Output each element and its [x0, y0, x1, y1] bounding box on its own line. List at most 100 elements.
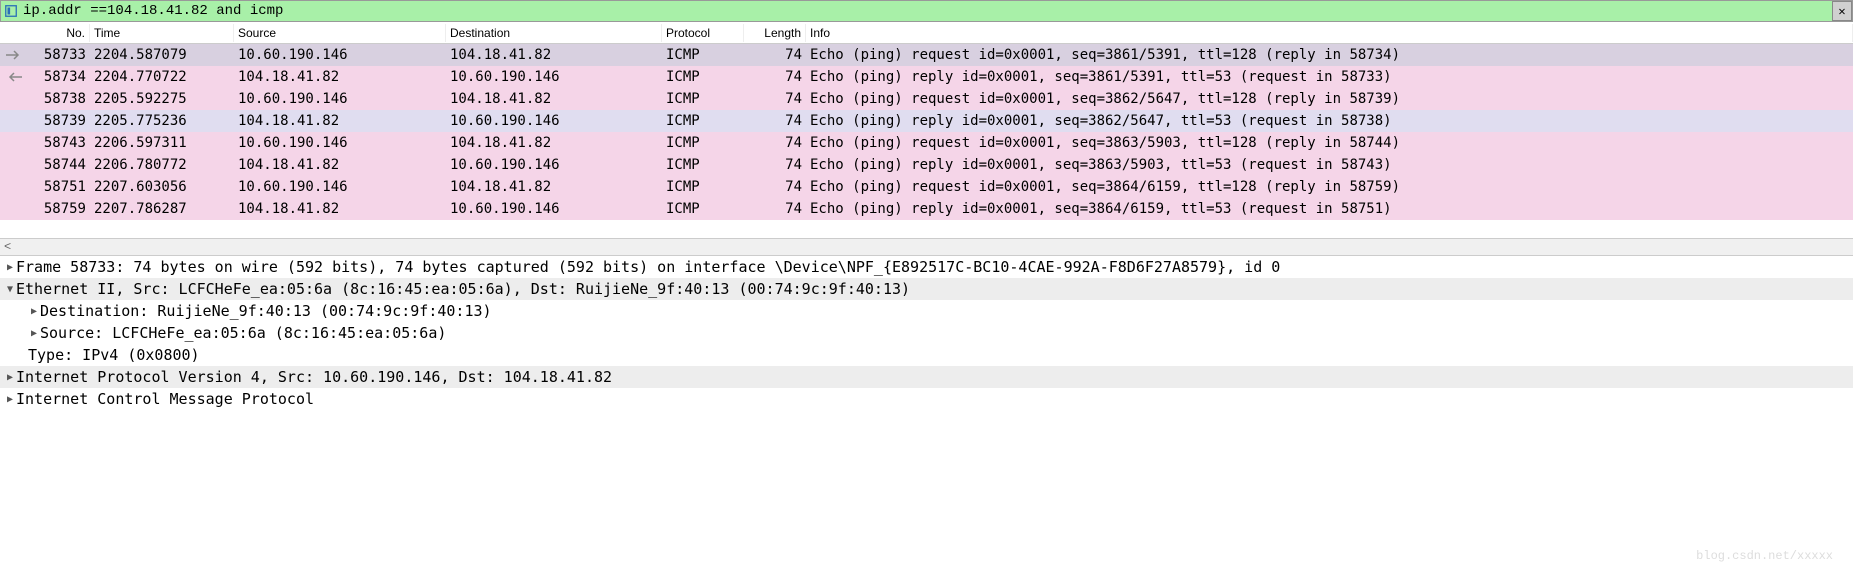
- icmp-summary: Internet Control Message Protocol: [16, 390, 314, 408]
- col-header-protocol[interactable]: Protocol: [662, 24, 744, 42]
- related-packet-arrow-icon: [0, 110, 28, 132]
- cell-destination: 104.18.41.82: [446, 47, 662, 63]
- cell-length: 74: [744, 47, 806, 63]
- packet-row[interactable]: 587342204.770722104.18.41.8210.60.190.14…: [0, 66, 1853, 88]
- cell-length: 74: [744, 69, 806, 85]
- expand-right-icon[interactable]: ▶: [4, 394, 16, 405]
- col-header-length[interactable]: Length: [744, 24, 806, 42]
- tree-item-eth-src[interactable]: ▶ Source: LCFCHeFe_ea:05:6a (8c:16:45:ea…: [0, 322, 1853, 344]
- cell-destination: 10.60.190.146: [446, 113, 662, 129]
- cell-source: 10.60.190.146: [234, 91, 446, 107]
- packet-row[interactable]: 587382205.59227510.60.190.146104.18.41.8…: [0, 88, 1853, 110]
- tree-item-frame[interactable]: ▶ Frame 58733: 74 bytes on wire (592 bit…: [0, 256, 1853, 278]
- cell-time: 2207.786287: [90, 201, 234, 217]
- expand-down-icon[interactable]: ▼: [4, 284, 16, 295]
- col-header-time[interactable]: Time: [90, 24, 234, 42]
- cell-source: 104.18.41.82: [234, 157, 446, 173]
- related-packet-arrow-icon: [0, 154, 28, 176]
- cell-time: 2206.597311: [90, 135, 234, 151]
- tree-item-icmp[interactable]: ▶ Internet Control Message Protocol: [0, 388, 1853, 410]
- display-filter-bar: ✕: [0, 0, 1853, 22]
- cell-destination: 104.18.41.82: [446, 179, 662, 195]
- cell-time: 2207.603056: [90, 179, 234, 195]
- packet-row[interactable]: 587432206.59731110.60.190.146104.18.41.8…: [0, 132, 1853, 154]
- related-packet-arrow-icon: [0, 88, 28, 110]
- packet-row[interactable]: 587442206.780772104.18.41.8210.60.190.14…: [0, 154, 1853, 176]
- related-packet-arrow-icon: [0, 176, 28, 198]
- cell-info: Echo (ping) reply id=0x0001, seq=3861/53…: [806, 69, 1853, 85]
- cell-protocol: ICMP: [662, 135, 744, 151]
- cell-info: Echo (ping) reply id=0x0001, seq=3863/59…: [806, 157, 1853, 173]
- frame-summary: Frame 58733: 74 bytes on wire (592 bits)…: [16, 258, 1280, 276]
- related-packet-arrow-icon: [0, 44, 28, 66]
- cell-length: 74: [744, 135, 806, 151]
- cell-length: 74: [744, 157, 806, 173]
- packet-list-pane: No. Time Source Destination Protocol Len…: [0, 22, 1853, 238]
- related-packet-arrow-icon: [0, 66, 28, 88]
- cell-protocol: ICMP: [662, 201, 744, 217]
- cell-source: 10.60.190.146: [234, 135, 446, 151]
- expand-right-icon[interactable]: ▶: [28, 328, 40, 339]
- cell-source: 104.18.41.82: [234, 113, 446, 129]
- tree-item-ethernet[interactable]: ▼ Ethernet II, Src: LCFCHeFe_ea:05:6a (8…: [0, 278, 1853, 300]
- scroll-left-arrow-icon[interactable]: <: [4, 240, 11, 254]
- col-header-no[interactable]: No.: [0, 24, 90, 42]
- cell-source: 104.18.41.82: [234, 69, 446, 85]
- cell-length: 74: [744, 179, 806, 195]
- cell-info: Echo (ping) request id=0x0001, seq=3862/…: [806, 91, 1853, 107]
- cell-protocol: ICMP: [662, 179, 744, 195]
- cell-time: 2206.780772: [90, 157, 234, 173]
- col-header-info[interactable]: Info: [806, 24, 1853, 42]
- clear-filter-button[interactable]: ✕: [1832, 1, 1852, 21]
- packet-row[interactable]: 587332204.58707910.60.190.146104.18.41.8…: [0, 44, 1853, 66]
- packet-list-header: No. Time Source Destination Protocol Len…: [0, 22, 1853, 44]
- cell-source: 10.60.190.146: [234, 47, 446, 63]
- cell-protocol: ICMP: [662, 91, 744, 107]
- horizontal-scrollbar[interactable]: <: [0, 238, 1853, 256]
- packet-details-pane: ▶ Frame 58733: 74 bytes on wire (592 bit…: [0, 256, 1853, 410]
- cell-protocol: ICMP: [662, 47, 744, 63]
- cell-info: Echo (ping) request id=0x0001, seq=3861/…: [806, 47, 1853, 63]
- tree-item-ip[interactable]: ▶ Internet Protocol Version 4, Src: 10.6…: [0, 366, 1853, 388]
- packet-row[interactable]: 587392205.775236104.18.41.8210.60.190.14…: [0, 110, 1853, 132]
- cell-time: 2204.770722: [90, 69, 234, 85]
- display-filter-input[interactable]: [21, 1, 1828, 21]
- eth-type-value: Type: IPv4 (0x0800): [28, 346, 200, 364]
- cell-info: Echo (ping) reply id=0x0001, seq=3864/61…: [806, 201, 1853, 217]
- cell-protocol: ICMP: [662, 69, 744, 85]
- eth-src-value: Source: LCFCHeFe_ea:05:6a (8c:16:45:ea:0…: [40, 324, 446, 342]
- cell-length: 74: [744, 113, 806, 129]
- eth-dst-value: Destination: RuijieNe_9f:40:13 (00:74:9c…: [40, 302, 492, 320]
- col-header-source[interactable]: Source: [234, 24, 446, 42]
- packet-list-empty-area: [0, 220, 1853, 238]
- ethernet-summary: Ethernet II, Src: LCFCHeFe_ea:05:6a (8c:…: [16, 280, 910, 298]
- cell-info: Echo (ping) request id=0x0001, seq=3864/…: [806, 179, 1853, 195]
- col-header-destination[interactable]: Destination: [446, 24, 662, 42]
- ip-summary: Internet Protocol Version 4, Src: 10.60.…: [16, 368, 612, 386]
- bookmark-icon[interactable]: [3, 3, 19, 19]
- expand-right-icon[interactable]: ▶: [4, 262, 16, 273]
- cell-source: 104.18.41.82: [234, 201, 446, 217]
- cell-destination: 10.60.190.146: [446, 157, 662, 173]
- expand-right-icon[interactable]: ▶: [4, 372, 16, 383]
- cell-time: 2205.775236: [90, 113, 234, 129]
- tree-item-eth-dst[interactable]: ▶ Destination: RuijieNe_9f:40:13 (00:74:…: [0, 300, 1853, 322]
- cell-destination: 104.18.41.82: [446, 135, 662, 151]
- cell-destination: 104.18.41.82: [446, 91, 662, 107]
- cell-info: Echo (ping) reply id=0x0001, seq=3862/56…: [806, 113, 1853, 129]
- cell-protocol: ICMP: [662, 113, 744, 129]
- cell-destination: 10.60.190.146: [446, 201, 662, 217]
- cell-length: 74: [744, 91, 806, 107]
- related-packet-arrow-icon: [0, 132, 28, 154]
- cell-time: 2205.592275: [90, 91, 234, 107]
- cell-length: 74: [744, 201, 806, 217]
- cell-info: Echo (ping) request id=0x0001, seq=3863/…: [806, 135, 1853, 151]
- expand-right-icon[interactable]: ▶: [28, 306, 40, 317]
- related-packet-arrow-icon: [0, 198, 28, 220]
- tree-item-eth-type[interactable]: Type: IPv4 (0x0800): [0, 344, 1853, 366]
- packet-row[interactable]: 587592207.786287104.18.41.8210.60.190.14…: [0, 198, 1853, 220]
- packet-row[interactable]: 587512207.60305610.60.190.146104.18.41.8…: [0, 176, 1853, 198]
- watermark-text: blog.csdn.net/xxxxx: [1696, 549, 1833, 563]
- cell-source: 10.60.190.146: [234, 179, 446, 195]
- cell-time: 2204.587079: [90, 47, 234, 63]
